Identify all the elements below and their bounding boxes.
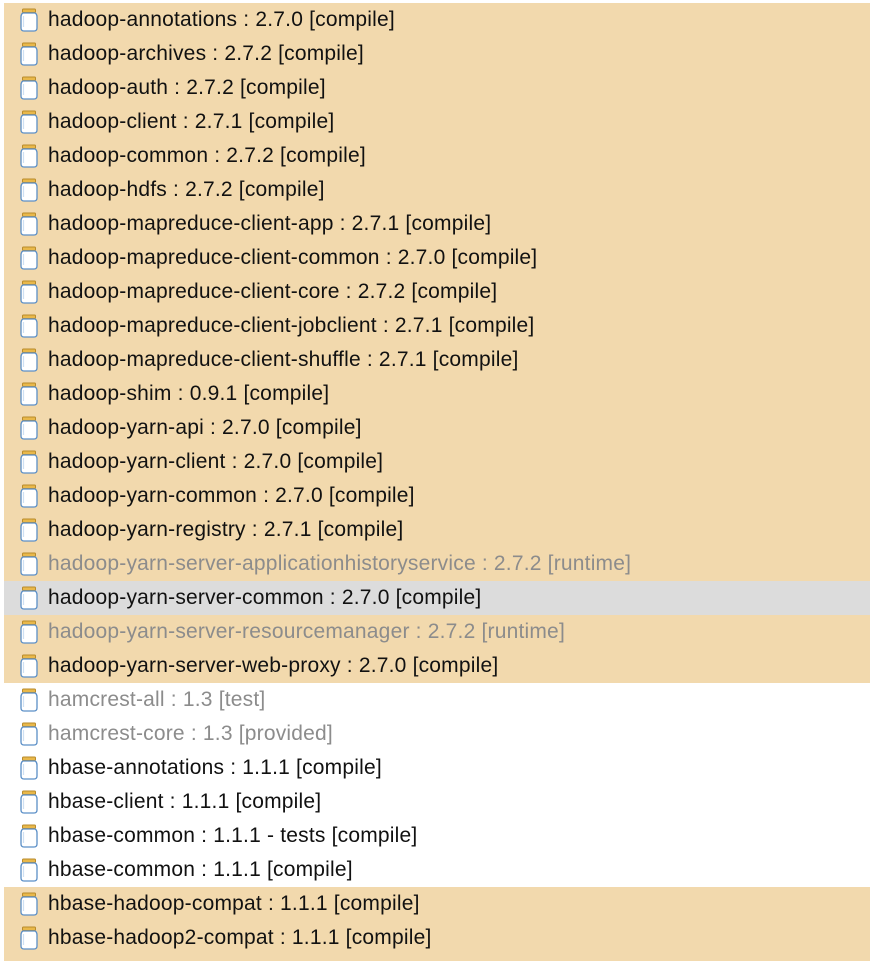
jar-icon xyxy=(18,653,40,679)
jar-icon xyxy=(18,415,40,441)
jar-icon xyxy=(18,755,40,781)
tree-row-label: hadoop-auth : 2.7.2 [compile] xyxy=(48,76,326,99)
jar-icon xyxy=(18,109,40,135)
tree-row[interactable]: hadoop-yarn-client : 2.7.0 [compile] xyxy=(4,445,870,479)
tree-row-label: hadoop-yarn-server-web-proxy : 2.7.0 [co… xyxy=(48,654,499,677)
tree-row-label: hadoop-hdfs : 2.7.2 [compile] xyxy=(48,178,325,201)
tree-row[interactable]: hadoop-client : 2.7.1 [compile] xyxy=(4,105,870,139)
jar-icon xyxy=(18,381,40,407)
jar-icon xyxy=(18,857,40,883)
tree-row[interactable]: hadoop-yarn-registry : 2.7.1 [compile] xyxy=(4,513,870,547)
tree-row[interactable]: hadoop-yarn-server-web-proxy : 2.7.0 [co… xyxy=(4,649,870,683)
tree-row[interactable]: hadoop-yarn-server-applicationhistoryser… xyxy=(4,547,870,581)
tree-row-label: hadoop-yarn-common : 2.7.0 [compile] xyxy=(48,484,415,507)
tree-row[interactable]: hbase-hadoop2-compat : 1.1.1 [compile] xyxy=(4,921,870,955)
jar-icon xyxy=(18,551,40,577)
tree-row[interactable]: hadoop-mapreduce-client-shuffle : 2.7.1 … xyxy=(4,343,870,377)
tree-row[interactable]: hamcrest-all : 1.3 [test] xyxy=(4,683,870,717)
tree-row-label: hamcrest-core : 1.3 [provided] xyxy=(48,722,333,745)
tree-row[interactable]: hadoop-mapreduce-client-core : 2.7.2 [co… xyxy=(4,275,870,309)
tree-row-label: hadoop-mapreduce-client-core : 2.7.2 [co… xyxy=(48,280,498,303)
tree-row-label: hadoop-yarn-server-applicationhistoryser… xyxy=(48,552,632,575)
tree-row[interactable]: hadoop-annotations : 2.7.0 [compile] xyxy=(4,3,870,37)
tree-row[interactable]: hbase-common : 1.1.1 [compile] xyxy=(4,853,870,887)
tree-row[interactable]: hbase-common : 1.1.1 - tests [compile] xyxy=(4,819,870,853)
jar-icon xyxy=(18,721,40,747)
tree-row-label: hadoop-yarn-server-resourcemanager : 2.7… xyxy=(48,620,565,643)
tree-row[interactable]: hadoop-mapreduce-client-jobclient : 2.7.… xyxy=(4,309,870,343)
dependency-tree: hadoop-annotations : 2.7.0 [compile] hado… xyxy=(0,0,876,962)
jar-icon xyxy=(18,891,40,917)
jar-icon xyxy=(18,177,40,203)
tree-row-label: hbase-hadoop-compat : 1.1.1 [compile] xyxy=(48,892,420,915)
jar-icon xyxy=(18,41,40,67)
tree-row-label: hbase-common : 1.1.1 [compile] xyxy=(48,858,353,881)
tree-row-partial[interactable] xyxy=(4,955,870,961)
tree-row[interactable]: hamcrest-core : 1.3 [provided] xyxy=(4,717,870,751)
tree-row-label: hbase-annotations : 1.1.1 [compile] xyxy=(48,756,382,779)
jar-icon xyxy=(18,75,40,101)
tree-row-label: hbase-common : 1.1.1 - tests [compile] xyxy=(48,824,418,847)
tree-row-label: hadoop-annotations : 2.7.0 [compile] xyxy=(48,8,395,31)
tree-row-label: hadoop-mapreduce-client-jobclient : 2.7.… xyxy=(48,314,535,337)
jar-icon xyxy=(18,245,40,271)
tree-row[interactable]: hadoop-mapreduce-client-common : 2.7.0 [… xyxy=(4,241,870,275)
jar-icon xyxy=(18,347,40,373)
tree-row[interactable]: hadoop-shim : 0.9.1 [compile] xyxy=(4,377,870,411)
tree-row-label: hadoop-shim : 0.9.1 [compile] xyxy=(48,382,330,405)
tree-row[interactable]: hbase-hadoop-compat : 1.1.1 [compile] xyxy=(4,887,870,921)
tree-row[interactable]: hadoop-hdfs : 2.7.2 [compile] xyxy=(4,173,870,207)
jar-icon xyxy=(18,143,40,169)
jar-icon xyxy=(18,823,40,849)
tree-row-label: hadoop-mapreduce-client-app : 2.7.1 [com… xyxy=(48,212,492,235)
tree-row-label: hadoop-yarn-registry : 2.7.1 [compile] xyxy=(48,518,404,541)
tree-row[interactable]: hadoop-archives : 2.7.2 [compile] xyxy=(4,37,870,71)
tree-row-label: hadoop-common : 2.7.2 [compile] xyxy=(48,144,366,167)
tree-row-label: hadoop-client : 2.7.1 [compile] xyxy=(48,110,335,133)
tree-row[interactable]: hadoop-yarn-server-resourcemanager : 2.7… xyxy=(4,615,870,649)
tree-row[interactable]: hadoop-yarn-common : 2.7.0 [compile] xyxy=(4,479,870,513)
tree-row-label: hbase-client : 1.1.1 [compile] xyxy=(48,790,322,813)
jar-icon xyxy=(18,313,40,339)
tree-row-label: hbase-hadoop2-compat : 1.1.1 [compile] xyxy=(48,926,432,949)
jar-icon xyxy=(18,687,40,713)
jar-icon xyxy=(18,517,40,543)
tree-row-label: hadoop-mapreduce-client-shuffle : 2.7.1 … xyxy=(48,348,519,371)
jar-icon xyxy=(18,619,40,645)
jar-icon xyxy=(18,7,40,33)
jar-icon xyxy=(18,211,40,237)
jar-icon xyxy=(18,925,40,951)
jar-icon xyxy=(18,279,40,305)
tree-row[interactable]: hbase-client : 1.1.1 [compile] xyxy=(4,785,870,819)
jar-icon xyxy=(18,585,40,611)
tree-row[interactable]: hadoop-yarn-api : 2.7.0 [compile] xyxy=(4,411,870,445)
tree-row[interactable]: hbase-annotations : 1.1.1 [compile] xyxy=(4,751,870,785)
tree-row[interactable]: hadoop-common : 2.7.2 [compile] xyxy=(4,139,870,173)
tree-row-label: hadoop-yarn-server-common : 2.7.0 [compi… xyxy=(48,586,482,609)
tree-row[interactable]: hadoop-yarn-server-common : 2.7.0 [compi… xyxy=(4,581,870,615)
jar-icon xyxy=(18,449,40,475)
jar-icon xyxy=(18,789,40,815)
tree-row-label: hamcrest-all : 1.3 [test] xyxy=(48,688,266,711)
tree-row-label: hadoop-archives : 2.7.2 [compile] xyxy=(48,42,364,65)
tree-row-label: hadoop-yarn-client : 2.7.0 [compile] xyxy=(48,450,384,473)
tree-row[interactable]: hadoop-auth : 2.7.2 [compile] xyxy=(4,71,870,105)
jar-icon xyxy=(18,483,40,509)
tree-row-label: hadoop-mapreduce-client-common : 2.7.0 [… xyxy=(48,246,538,269)
tree-row-label: hadoop-yarn-api : 2.7.0 [compile] xyxy=(48,416,362,439)
tree-row[interactable]: hadoop-mapreduce-client-app : 2.7.1 [com… xyxy=(4,207,870,241)
